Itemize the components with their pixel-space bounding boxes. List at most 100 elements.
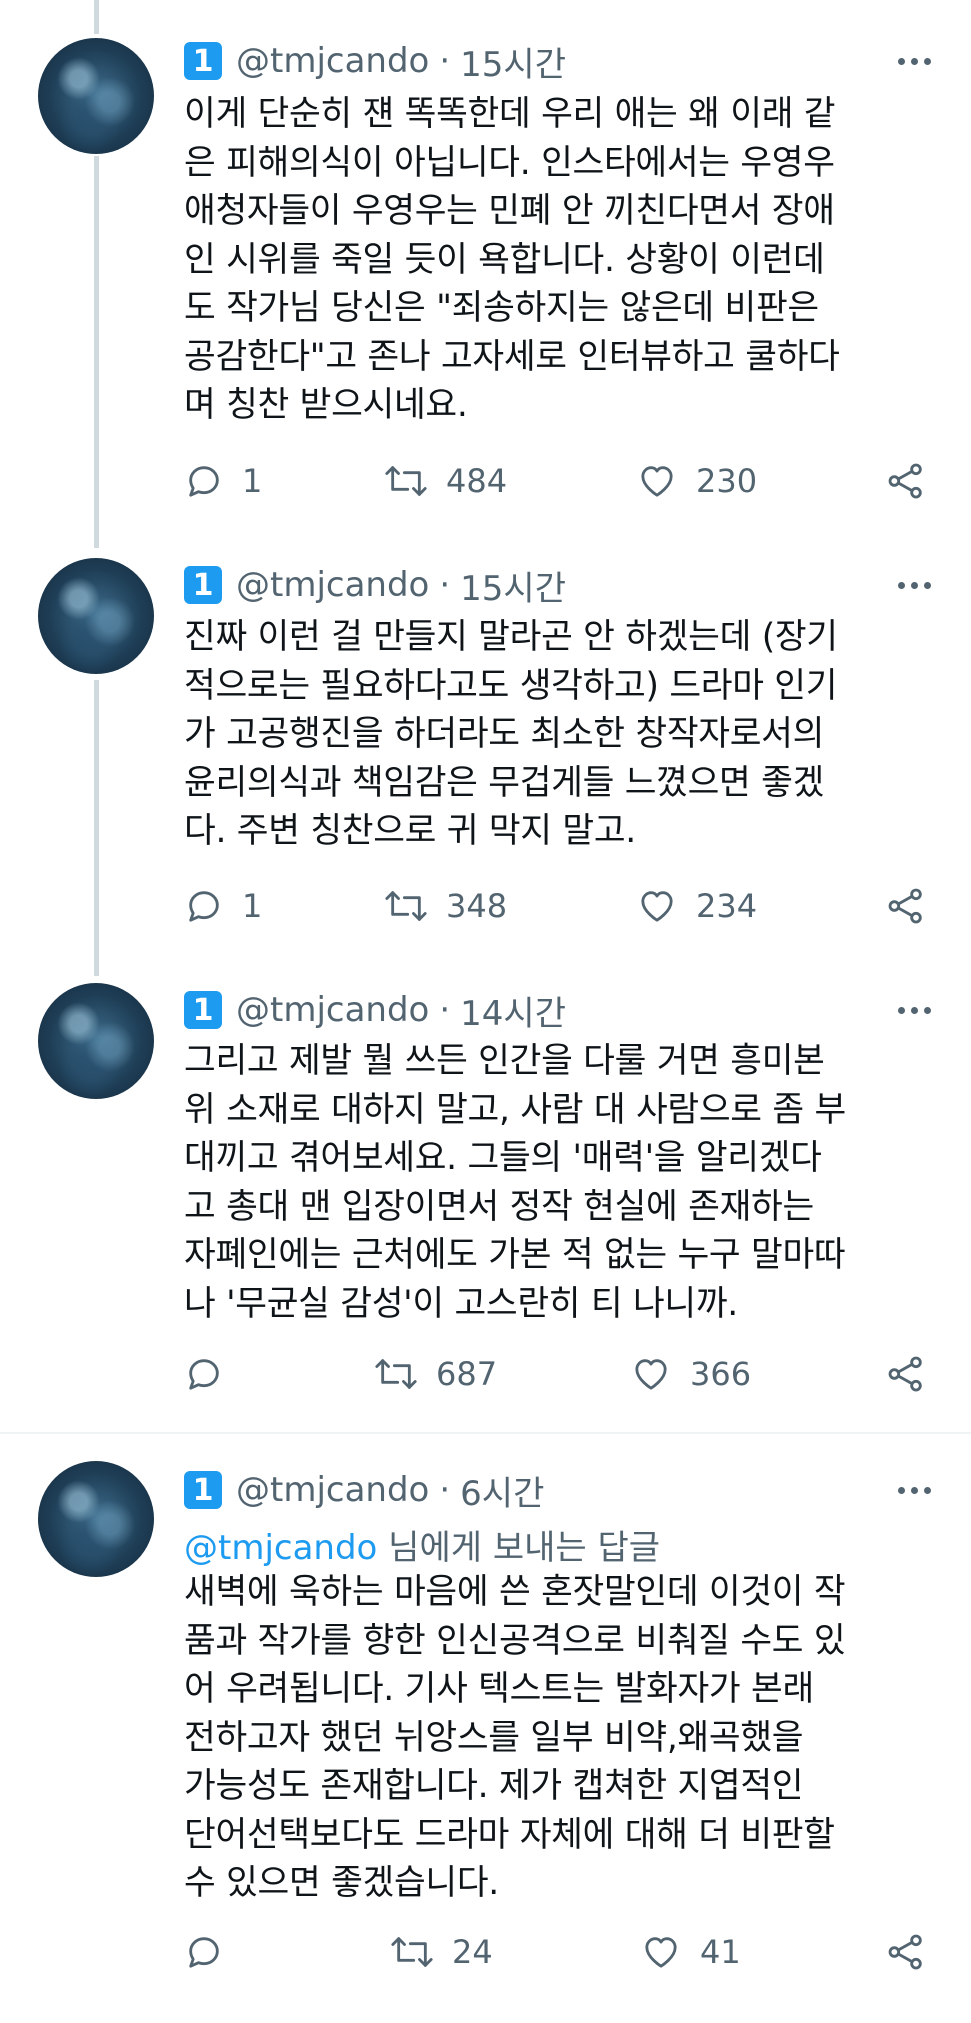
like-button[interactable]: 234 (636, 882, 757, 930)
like-icon (641, 466, 673, 497)
tweet-text-line: 가 고공행진을 하더라도 최소한 창작자로서의 (184, 714, 825, 754)
avatar[interactable] (38, 558, 154, 674)
tweet-text-line: 적으로는 필요하다고도 생각하고) 드라마 인기 (184, 665, 838, 706)
tweet-text-line: 대끼고 겪어보세요. 그들의 '매력'을 알리겠다 (184, 1138, 822, 1178)
more-icon[interactable] (898, 562, 931, 608)
reply-icon (189, 891, 219, 922)
tweet-text-line: 도 작가님 당신은 "죄송하지는 않은데 비판은 (184, 288, 819, 328)
header-separator: · (439, 41, 451, 81)
tweet-time[interactable]: 15시간 (460, 37, 566, 86)
tweet[interactable]: 1 @tmjcando · 15시간 이게 단순히 쟨 똑똑한데 우리 애는 왜… (0, 0, 971, 545)
tweet-text-line: 나 '무균실 감성'이 고스란히 티 나니까. (184, 1283, 738, 1324)
share-button[interactable] (886, 882, 926, 930)
reply-context-label: 님에게 보내는 답글 (377, 1528, 661, 1568)
author-handle[interactable]: @tmjcando (236, 41, 429, 81)
share-icon (888, 1934, 922, 1970)
tweet-text-line: 자폐인에는 근처에도 가본 적 없는 누구 말마따 (184, 1235, 846, 1275)
author-handle[interactable]: @tmjcando (236, 1470, 429, 1510)
tweet-text: 새벽에 욱하는 마음에 쓴 혼잣말인데 이것이 작 품과 작가를 향한 인신공격… (184, 1568, 944, 1908)
reply-button[interactable] (184, 1928, 242, 1976)
reply-count: 1 (242, 462, 263, 500)
tweet-header: 1 @tmjcando · 6시간 (184, 1466, 931, 1515)
reply-mention-link[interactable]: @tmjcando (184, 1528, 377, 1568)
more-icon[interactable] (898, 38, 931, 84)
author-handle[interactable]: @tmjcando (236, 990, 429, 1030)
tweet-header: 1 @tmjcando · 15시간 (184, 561, 931, 610)
reply-button[interactable]: 1 (184, 882, 262, 930)
tweet-text-line: 며 칭찬 받으시네요. (184, 385, 468, 425)
reply-button[interactable]: 1 (184, 457, 262, 505)
header-separator: · (439, 1470, 451, 1510)
tweet-text-line: 윤리의식과 책임감은 무겁게들 느꼈으면 좋겠 (184, 762, 825, 803)
retweet-button[interactable]: 687 (374, 1350, 497, 1398)
tweet-actions: 1 348 234 (184, 882, 944, 930)
reply-button[interactable] (184, 1350, 242, 1398)
tweet-time[interactable]: 14시간 (460, 986, 566, 1035)
tweet-text-line: 공감한다"고 존나 고자세로 인터뷰하고 쿨하다 (184, 336, 840, 377)
like-button[interactable]: 366 (630, 1350, 751, 1398)
reply-count: 1 (242, 887, 263, 925)
tweet-text-line: 위 소재로 대하지 말고, 사람 대 사람으로 좀 부 (184, 1089, 846, 1130)
tweet-text-line: 다. 주변 칭찬으로 귀 막지 말고. (184, 811, 636, 851)
share-icon (888, 1356, 922, 1392)
tweet-text: 진짜 이런 걸 만들지 말라곤 안 하겠는데 (장기 적으로는 필요하다고도 생… (184, 613, 944, 856)
author-handle[interactable]: @tmjcando (236, 565, 429, 605)
tweet-text: 그리고 제발 뭘 쓰든 인간을 다룰 거면 흥미본 위 소재로 대하지 말고, … (184, 1037, 944, 1328)
retweet-button[interactable]: 484 (384, 457, 507, 505)
retweet-button[interactable]: 348 (384, 882, 507, 930)
tweet-text-line: 품과 작가를 향한 인신공격으로 비춰질 수도 있 (184, 1620, 846, 1661)
tweet-text-line: 고 총대 맨 입장이면서 정작 현실에 존재하는 (184, 1186, 814, 1227)
tweet-text-line: 단어선택보다도 드라마 자체에 대해 더 비판할 (184, 1814, 835, 1855)
tweet-text-line: 그리고 제발 뭘 쓰든 인간을 다룰 거면 흥미본 (184, 1041, 825, 1081)
avatar[interactable] (38, 983, 154, 1099)
tweet-text-line: 진짜 이런 걸 만들지 말라곤 안 하겠는데 (장기 (184, 617, 838, 657)
like-icon (635, 1359, 667, 1390)
tweet-actions: 24 41 (184, 1928, 944, 1976)
tweet-text-line: 수 있으면 좋겠습니다. (184, 1863, 499, 1903)
tweet[interactable]: 1 @tmjcando · 14시간 그리고 제발 뭘 쓰든 인간을 다룰 거면… (0, 970, 971, 1432)
share-button[interactable] (886, 1350, 926, 1398)
tweet-header: 1 @tmjcando · 14시간 (184, 986, 931, 1035)
tweet-time[interactable]: 15시간 (460, 561, 566, 610)
retweet-count: 348 (446, 887, 508, 925)
tweet-text-line: 이게 단순히 쟨 똑똑한데 우리 애는 왜 이래 같 (184, 94, 836, 134)
reply-icon (189, 1359, 219, 1390)
like-icon (645, 1937, 677, 1968)
tweet-text-line: 어 우려됩니다. 기사 텍스트는 발화자가 본래 (184, 1669, 814, 1709)
retweet-count: 687 (436, 1355, 498, 1393)
tweet-actions: 1 484 230 (184, 457, 944, 505)
avatar[interactable] (38, 38, 154, 154)
retweet-icon (391, 1937, 433, 1967)
retweet-icon (385, 891, 427, 921)
like-button[interactable]: 230 (636, 457, 757, 505)
tweet-actions: 687 366 (184, 1350, 944, 1398)
share-icon (888, 463, 922, 499)
tweet-text-line: 전하고자 했던 뉘앙스를 일부 비약,왜곡했을 (184, 1717, 804, 1758)
reply-icon (189, 466, 219, 497)
account-badge: 1 (184, 1471, 222, 1509)
more-icon[interactable] (898, 1467, 931, 1513)
header-separator: · (439, 565, 451, 605)
tweet-time[interactable]: 6시간 (460, 1466, 544, 1515)
tweet-text-line: 가능성도 존재합니다. 제가 캡쳐한 지엽적인 (184, 1766, 804, 1806)
share-button[interactable] (886, 1928, 926, 1976)
account-badge: 1 (184, 42, 222, 80)
retweet-button[interactable]: 24 (390, 1928, 493, 1976)
tweet-text-line: 새벽에 욱하는 마음에 쓴 혼잣말인데 이것이 작 (184, 1572, 846, 1612)
avatar[interactable] (38, 1461, 154, 1577)
like-count: 41 (700, 1933, 741, 1971)
retweet-icon (375, 1359, 417, 1389)
like-count: 366 (690, 1355, 752, 1393)
header-separator: · (439, 990, 451, 1030)
retweet-icon (385, 466, 427, 496)
share-button[interactable] (886, 457, 926, 505)
like-count: 230 (696, 462, 758, 500)
like-button[interactable]: 41 (640, 1928, 741, 1976)
more-icon[interactable] (898, 987, 931, 1033)
retweet-count: 24 (452, 1933, 493, 1971)
tweet-thread: 1 @tmjcando · 15시간 이게 단순히 쟨 똑똑한데 우리 애는 왜… (0, 0, 971, 2023)
tweet[interactable]: 1 @tmjcando · 6시간 @tmjcando 님에게 보내는 답글 새… (0, 1434, 971, 2023)
tweet-text: 이게 단순히 쟨 똑똑한데 우리 애는 왜 이래 같 은 피해의식이 아닙니다.… (184, 90, 944, 430)
tweet[interactable]: 1 @tmjcando · 15시간 진짜 이런 걸 만들지 말라곤 안 하겠는… (0, 545, 971, 970)
retweet-count: 484 (446, 462, 508, 500)
